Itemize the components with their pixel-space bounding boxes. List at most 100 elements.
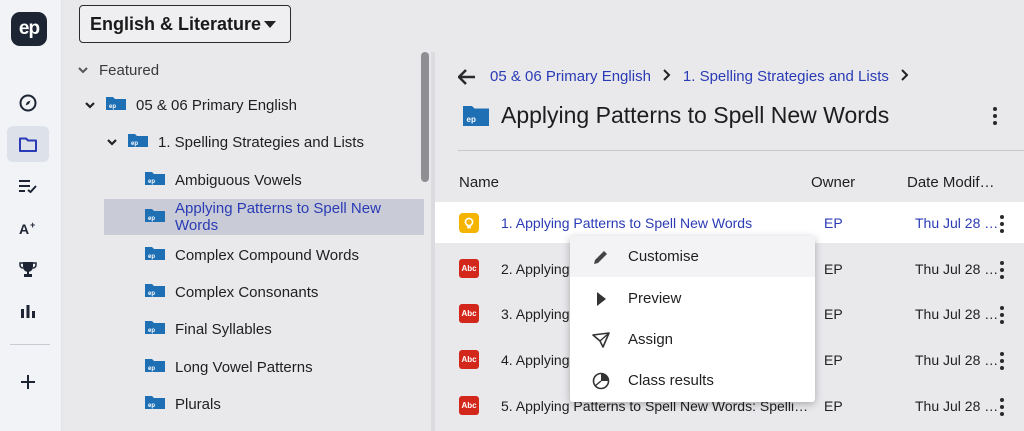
trophy-icon	[19, 261, 37, 277]
menu-item-label: Assign	[628, 331, 674, 348]
subject-dropdown-value: English & Literature	[90, 13, 262, 34]
grade-plus-icon: A +	[19, 220, 35, 236]
lesson-bulb-icon	[459, 213, 479, 233]
tasks-nav-item[interactable]	[7, 168, 49, 204]
ep-folder-icon: ep	[463, 106, 489, 126]
menu-item-preview[interactable]: Preview	[570, 278, 815, 319]
tree-node-final-syllables[interactable]: ep Final Syllables	[104, 311, 424, 347]
chevron-down-icon	[75, 62, 91, 78]
svg-text:ep: ep	[148, 254, 155, 260]
content-nav-item[interactable]	[7, 126, 49, 162]
row-more-icon[interactable]	[999, 352, 1005, 370]
subject-dropdown[interactable]: English & Literature	[79, 5, 291, 43]
tree-node-applying-patterns[interactable]: ep Applying Patterns to Spell New Words	[104, 199, 424, 235]
folder-more-icon[interactable]	[992, 107, 998, 125]
tree-node-complex-compound[interactable]: ep Complex Compound Words	[104, 237, 424, 273]
breadcrumb: 05 & 06 Primary English 1. Spelling Stra…	[458, 68, 921, 85]
row-name[interactable]: 4. Applying	[501, 352, 570, 368]
row-date: Thu Jul 28 …	[915, 305, 999, 322]
column-header-date[interactable]: Date Modif…	[907, 174, 995, 191]
play-icon	[597, 292, 606, 306]
folder-heading: ep Applying Patterns to Spell New Words	[463, 102, 889, 129]
row-more-icon[interactable]	[999, 398, 1005, 416]
plus-icon	[21, 375, 35, 389]
menu-item-label: Customise	[628, 248, 699, 265]
row-owner: EP	[824, 351, 843, 368]
svg-text:ep: ep	[467, 115, 476, 124]
header-divider	[458, 150, 1024, 151]
row-owner: EP	[824, 214, 843, 231]
menu-item-label: Preview	[628, 290, 682, 307]
row-name[interactable]: 2. Applying	[501, 261, 570, 277]
create-nav-item[interactable]	[7, 364, 49, 400]
compass-icon	[19, 94, 37, 112]
ep-logo[interactable]: ep	[11, 12, 47, 46]
ep-folder-icon: ep	[145, 208, 165, 226]
menu-item-label: Class results	[628, 372, 714, 389]
breadcrumb-link[interactable]: 05 & 06 Primary English	[490, 68, 651, 85]
svg-text:ep: ep	[131, 141, 138, 147]
svg-text:ep: ep	[148, 328, 155, 334]
spelling-abc-icon: Abc	[459, 350, 479, 369]
tree-node-plurals[interactable]: ep Plurals	[104, 386, 424, 422]
row-date: Thu Jul 28 …	[915, 260, 999, 277]
folder-icon	[19, 137, 37, 152]
row-context-menu: Customise Preview Assign Class results	[570, 236, 815, 402]
tree-node-label: 05 & 06 Primary English	[136, 96, 297, 114]
tree-node-label: Complex Consonants	[175, 283, 319, 301]
ep-folder-icon: ep	[145, 246, 165, 264]
chevron-down-icon	[104, 134, 120, 150]
tree-node-complex-consonants[interactable]: ep Complex Consonants	[104, 274, 424, 310]
svg-text:ep: ep	[148, 179, 155, 185]
bar-chart-icon	[21, 304, 35, 318]
page-title: Applying Patterns to Spell New Words	[501, 102, 890, 128]
tree-node-ambiguous-vowels[interactable]: ep Ambiguous Vowels	[104, 162, 424, 198]
grades-nav-item[interactable]: A +	[7, 210, 49, 246]
ep-folder-icon: ep	[145, 320, 165, 338]
tree-featured[interactable]: Featured	[75, 52, 415, 88]
row-date: Thu Jul 28 …	[915, 397, 999, 414]
tree-node-label: Applying Patterns to Spell New Words	[175, 200, 381, 234]
menu-item-class-results[interactable]: Class results	[570, 360, 815, 401]
row-name[interactable]: 1. Applying Patterns to Spell New Words	[501, 215, 752, 231]
spelling-abc-icon: Abc	[459, 304, 479, 323]
svg-text:ep: ep	[148, 216, 155, 222]
row-name[interactable]: 3. Applying	[501, 306, 570, 322]
menu-item-assign[interactable]: Assign	[570, 319, 815, 360]
send-icon	[592, 332, 610, 348]
pie-chart-icon	[592, 372, 610, 390]
chevron-right-icon	[663, 68, 671, 85]
menu-item-customise[interactable]: Customise	[570, 236, 815, 277]
tree-featured-label: Featured	[99, 61, 160, 79]
row-more-icon[interactable]	[999, 215, 1005, 233]
ep-folder-icon: ep	[106, 96, 126, 114]
pencil-icon	[594, 251, 607, 264]
explore-nav-item[interactable]	[7, 85, 49, 121]
awards-nav-item[interactable]	[7, 251, 49, 287]
top-bar: English & Literature	[62, 0, 1024, 52]
folder-tree: Featured ep 05 & 06 Primary English ep 1…	[62, 52, 434, 431]
breadcrumb-link[interactable]: 1. Spelling Strategies and Lists	[683, 68, 889, 85]
row-date: Thu Jul 28 …	[915, 351, 999, 368]
tree-scrollbar[interactable]	[421, 52, 429, 182]
back-arrow-icon[interactable]	[458, 68, 476, 85]
svg-text:ep: ep	[148, 403, 155, 409]
tree-node-label: Final Syllables	[175, 320, 272, 338]
row-date: Thu Jul 28 …	[915, 214, 999, 231]
tree-node-primary-english[interactable]: ep 05 & 06 Primary English	[82, 87, 422, 123]
tree-node-label: Ambiguous Vowels	[175, 171, 302, 189]
column-header-name[interactable]: Name	[459, 174, 499, 191]
row-more-icon[interactable]	[999, 261, 1005, 279]
reports-nav-item[interactable]	[7, 293, 49, 329]
tree-node-spelling-strategies[interactable]: ep 1. Spelling Strategies and Lists	[104, 124, 424, 160]
caret-down-icon	[264, 21, 276, 28]
column-header-owner[interactable]: Owner	[811, 174, 855, 191]
row-owner: EP	[824, 305, 843, 322]
svg-text:A: A	[19, 221, 29, 236]
row-more-icon[interactable]	[999, 306, 1005, 324]
svg-text:ep: ep	[148, 366, 155, 372]
tree-node-label: 1. Spelling Strategies and Lists	[158, 133, 364, 151]
tree-node-long-vowel[interactable]: ep Long Vowel Patterns	[104, 349, 424, 385]
ep-folder-icon: ep	[145, 358, 165, 376]
checklist-icon	[19, 180, 37, 193]
